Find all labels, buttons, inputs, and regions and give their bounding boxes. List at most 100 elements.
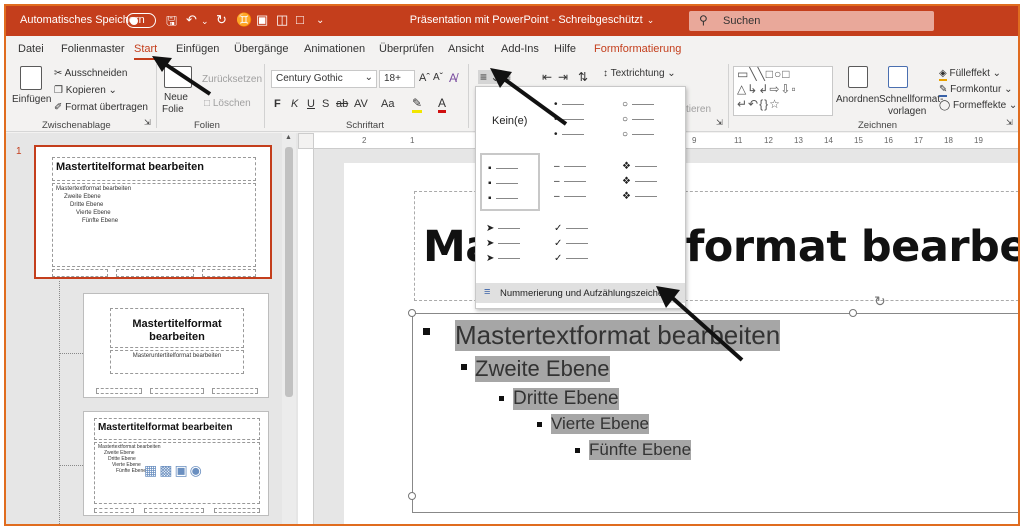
tab-add-ins[interactable]: Add-Ins	[501, 43, 539, 55]
body-level-2: Zweite Ebene	[475, 356, 610, 382]
copy-button[interactable]: ❐ Kopieren ⌄	[54, 85, 117, 96]
clipboard-launcher-icon[interactable]: ⇲	[144, 118, 151, 127]
quick-styles-icon[interactable]	[888, 66, 908, 88]
bold-button[interactable]: F	[274, 98, 281, 110]
bullet-level-5	[575, 448, 580, 453]
format-painter-button[interactable]: ✐ Format übertragen	[54, 102, 148, 113]
quick-styles-label-1[interactable]: Schnellformat-	[879, 94, 943, 105]
ruler-tick: 19	[974, 136, 983, 145]
delete-slide-button[interactable]: □ Löschen	[204, 98, 251, 109]
pen-icon: ✎	[939, 84, 948, 97]
shape-outline-button[interactable]: ✎ Formkontur ⌄	[939, 84, 1012, 97]
paragraph-launcher-icon[interactable]: ⇲	[716, 118, 723, 127]
tab-animationen[interactable]: Animationen	[304, 43, 365, 55]
bullets-and-numbering-button[interactable]: ≡ Nummerierung und Aufzählungszeichen...	[476, 283, 685, 303]
shape-fill-button[interactable]: ◈ Fülleffekt ⌄	[939, 68, 1001, 81]
title-dropdown-icon[interactable]: ⌄	[647, 15, 655, 25]
thumbnail-layout-content[interactable]: Mastertitelformat bearbeiten Mastertextf…	[83, 411, 269, 516]
shape-effects-button[interactable]: ◯ Formeffekte ⌄	[939, 100, 1017, 111]
rotate-handle-icon[interactable]: ↻	[874, 293, 886, 310]
cut-button[interactable]: ✂ Ausschneiden	[54, 68, 127, 79]
italic-button[interactable]: K	[291, 98, 298, 110]
tab-hilfe[interactable]: Hilfe	[554, 43, 576, 55]
bullets-button[interactable]: ≡ ⌄	[478, 70, 503, 84]
bullet-option-hollow-round[interactable]: ○ ○ ○	[616, 91, 676, 149]
underline-button[interactable]: U	[307, 98, 315, 110]
bullet-option-arrow[interactable]: ➤ ➤ ➤	[480, 215, 540, 273]
thumb-level-1: Mastertextformat bearbeiten	[56, 186, 132, 192]
thumb-layout3-title: Mastertitelformat bearbeiten	[98, 422, 233, 433]
tab-ansicht[interactable]: Ansicht	[448, 43, 484, 55]
tab-uebergaenge[interactable]: Übergänge	[234, 43, 288, 55]
shadow-button[interactable]: S	[322, 98, 329, 110]
vertical-ruler[interactable]	[298, 149, 314, 524]
numbering-button[interactable]: ≡	[504, 70, 511, 84]
line-spacing-icon[interactable]: ⇅	[578, 70, 588, 84]
reset-button[interactable]: Zurücksetzen	[202, 74, 262, 85]
bullet-option-dash[interactable]: – – –	[548, 153, 608, 211]
bullet-list-icon: ≡	[480, 70, 488, 84]
bullet-list-icon: ≡	[484, 286, 491, 298]
bullet-option-checkmark[interactable]: ✓ ✓ ✓	[548, 215, 608, 273]
decrease-indent-icon[interactable]: ⇤	[542, 70, 552, 84]
delete-icon: □	[204, 98, 213, 109]
paint-bucket-icon: ◈	[939, 68, 947, 81]
bullet-option-filled-round[interactable]: • • •	[548, 91, 608, 149]
grow-font-icon[interactable]: Aˆ	[419, 72, 430, 84]
new-slide-icon[interactable]	[164, 66, 192, 88]
tab-start[interactable]: Start	[134, 43, 158, 60]
search-placeholder: Suchen	[723, 15, 761, 27]
align-text-partial[interactable]: tieren	[686, 104, 711, 115]
change-case-button[interactable]: Aa	[381, 98, 394, 110]
arrange-icon[interactable]	[848, 66, 868, 88]
tab-datei[interactable]: Datei	[18, 43, 44, 55]
scrollbar-thumb[interactable]	[285, 147, 293, 397]
thumbnail-layout-title[interactable]: Mastertitelformat bearbeiten Masterunter…	[83, 293, 269, 398]
font-size-select[interactable]: 18+	[379, 70, 415, 88]
increase-indent-icon[interactable]: ⇥	[558, 70, 568, 84]
bullets-and-numbering-label: Nummerierung und Aufzählungszeichen...	[500, 288, 677, 299]
char-spacing-button[interactable]: AV	[354, 98, 368, 110]
strikethrough-button[interactable]: ab	[336, 98, 348, 110]
tab-einfuegen[interactable]: Einfügen	[176, 43, 219, 55]
drawing-launcher-icon[interactable]: ⇲	[1006, 118, 1013, 127]
chevron-down-icon: ⌄	[364, 72, 373, 83]
ribbon-tabs: Datei Folienmaster Start Einfügen Übergä…	[6, 36, 1018, 60]
new-slide-label-1[interactable]: Neue	[164, 92, 188, 103]
content-placeholder[interactable]: Mastertextformat bearbeiten Zweite Ebene…	[408, 309, 1018, 513]
tab-ueberpruefen[interactable]: Überprüfen	[379, 43, 434, 55]
quick-styles-label-2[interactable]: vorlagen	[888, 106, 926, 117]
resize-handle[interactable]	[408, 309, 416, 317]
shrink-font-icon[interactable]: Aˇ	[433, 72, 443, 83]
new-slide-label-2[interactable]: Folie	[162, 104, 184, 115]
thumbnail-scrollbar[interactable]: ▲	[282, 133, 296, 524]
shapes-gallery[interactable]: ▭╲╲□○□ △↳↲⇨⇩▫ ↵↶{}☆	[733, 66, 833, 116]
tab-formformatierung[interactable]: Formformatierung	[594, 43, 681, 55]
group-font-label: Schriftart	[346, 120, 385, 131]
bullet-none-label: Kein(e)	[492, 115, 528, 127]
bullet-level-3	[499, 396, 504, 401]
scissors-icon: ✂	[54, 68, 65, 79]
bullet-option-none[interactable]: Kein(e)	[480, 91, 540, 149]
bullet-option-diamond-cluster[interactable]: ❖ ❖ ❖	[616, 153, 676, 211]
search-box[interactable]: ⚲ Suchen	[689, 11, 934, 31]
font-color-icon[interactable]: A	[438, 96, 447, 113]
resize-handle[interactable]	[849, 309, 857, 317]
tab-folienmaster[interactable]: Folienmaster	[61, 43, 125, 55]
paste-button[interactable]: Einfügen	[12, 94, 51, 105]
resize-handle[interactable]	[408, 492, 416, 500]
ruler-tick: 2	[362, 136, 367, 145]
highlight-icon[interactable]: ✎	[412, 96, 423, 113]
body-level-4: Vierte Ebene	[551, 414, 649, 434]
thumbnail-master[interactable]: Mastertitelformat bearbeiten Mastertextf…	[34, 145, 272, 279]
paste-icon[interactable]	[20, 66, 42, 90]
arrange-button[interactable]: Anordnen	[836, 94, 879, 105]
scroll-up-icon[interactable]: ▲	[285, 134, 292, 141]
font-name-value: Century Gothic	[276, 73, 343, 84]
font-name-select[interactable]: Century Gothic ⌄	[271, 70, 377, 88]
group-drawing-label: Zeichnen	[858, 120, 898, 131]
text-direction-button[interactable]: ↕ Textrichtung ⌄	[603, 68, 676, 79]
bullet-option-filled-square[interactable]: ▪ ▪ ▪	[480, 153, 540, 211]
clear-format-icon[interactable]: A̸	[449, 71, 457, 85]
font-size-value: 18+	[384, 73, 401, 84]
